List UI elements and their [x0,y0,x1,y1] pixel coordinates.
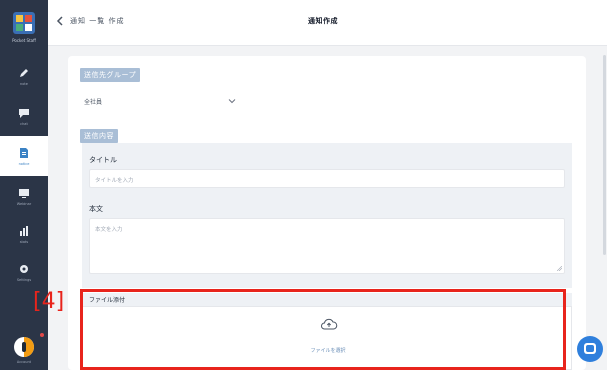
sidebar-item-note[interactable]: note [0,56,48,96]
monitor-icon [19,188,29,198]
annotation-label: [4] [33,289,65,314]
annotation-highlight-box [80,289,566,370]
app-logo-icon[interactable] [13,12,35,34]
sidebar-item-webinar[interactable]: Webinar [0,176,48,216]
target-group-select[interactable]: 全社員 [84,97,102,106]
title-label: タイトル [89,156,117,164]
content-fields: タイトル タイトルを入力 本文 本文を入力 [82,143,572,288]
sidebar-item-label: notice [18,161,30,166]
support-chat-button[interactable] [577,336,603,362]
sidebar-item-label: Webinar [16,201,32,206]
app-window: Pocket Staff note chat notice Webinar st… [0,0,607,370]
chevron-down-icon[interactable] [228,97,236,105]
account-menu[interactable]: Account [0,330,48,370]
sidebar-item-chat[interactable]: chat [0,96,48,136]
chevron-left-icon[interactable] [54,15,66,27]
title-input[interactable]: タイトルを入力 [89,169,565,188]
account-label: Account [16,360,32,364]
sidebar-item-label: Settings [16,277,32,282]
body-label: 本文 [89,205,103,213]
chat-bubble-icon [19,108,29,118]
sidebar-item-label: stats [19,239,29,244]
title-placeholder: タイトルを入力 [95,178,134,184]
gear-icon [20,264,28,273]
bar-chart-icon [20,225,28,236]
avatar [14,337,34,357]
page-title: 通知作成 [308,17,338,25]
sidebar-brand: Pocket Staff [12,38,36,43]
body-placeholder: 本文を入力 [95,227,123,233]
target-group-section-label: 送信先グループ [80,68,141,82]
pen-icon [20,68,28,77]
notification-dot [40,333,44,337]
page-header: 通知 一覧 作成 通知作成 [48,0,607,46]
document-icon [20,147,28,158]
body-textarea[interactable]: 本文を入力 [89,218,565,274]
sidebar-item-notice[interactable]: notice [0,136,48,176]
sidebar-item-stats[interactable]: stats [0,214,48,254]
sidebar-item-settings[interactable]: Settings [0,252,48,292]
resize-handle-icon[interactable] [557,266,562,271]
sidebar-item-label: note [20,81,28,86]
content-section-label: 送信内容 [80,129,118,143]
breadcrumb[interactable]: 通知 一覧 作成 [70,16,124,26]
scrollbar-thumb[interactable] [603,55,606,255]
sidebar-item-label: chat [20,121,28,126]
